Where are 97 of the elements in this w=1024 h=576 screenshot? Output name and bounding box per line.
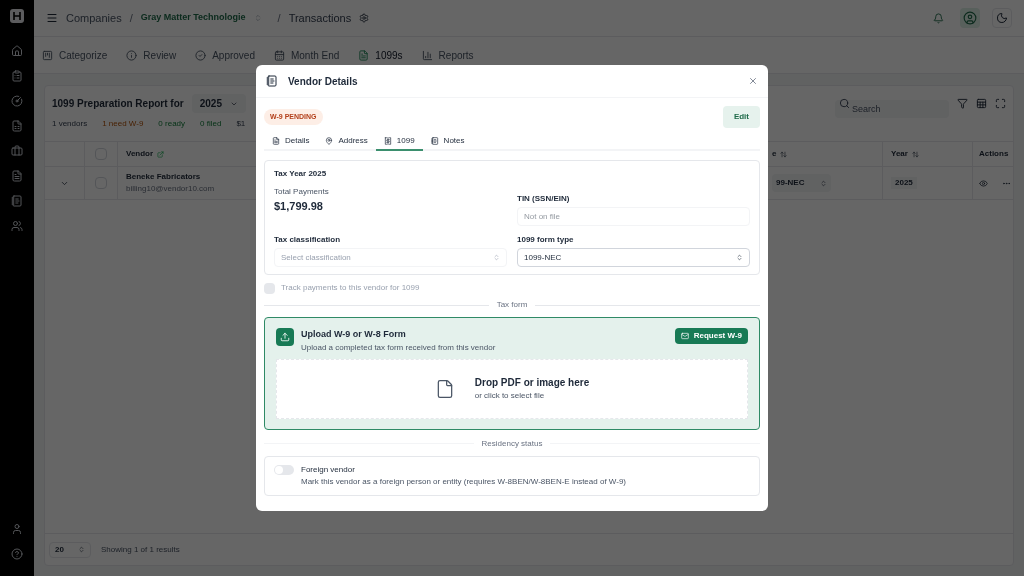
company-selector[interactable]: Gray Matter Technologie	[140, 11, 262, 25]
upload-icon	[276, 328, 294, 346]
column-header[interactable]: Year	[891, 148, 908, 160]
form-type-select[interactable]: 1099-NEC	[517, 248, 750, 267]
moon-icon	[996, 12, 1008, 24]
menu-icon[interactable]	[46, 12, 58, 24]
stat-label: 0 filed	[200, 118, 222, 130]
help-icon[interactable]	[11, 548, 23, 560]
nav-tab[interactable]: 1099s	[358, 47, 403, 63]
breadcrumb-separator: /	[277, 10, 281, 26]
nav-tab[interactable]: Reports	[421, 47, 474, 63]
edit-button[interactable]: Edit	[722, 106, 760, 128]
field-label: TIN (SSN/EIN)	[517, 193, 571, 205]
bell-icon[interactable]	[933, 12, 944, 24]
section-divider-label: Residency status	[481, 437, 543, 450]
page-size-select[interactable]: 20	[49, 541, 91, 558]
users-icon[interactable]	[11, 220, 23, 232]
notebook-icon	[266, 75, 278, 87]
calendar-icon	[273, 49, 285, 61]
info-icon	[126, 49, 138, 61]
dialog-tab[interactable]: Address	[317, 133, 376, 151]
chevrons-icon	[820, 179, 828, 187]
view-icon[interactable]	[979, 178, 988, 188]
avatar-button[interactable]	[960, 8, 980, 28]
toggle-switch[interactable]	[274, 464, 294, 475]
clipboard-icon[interactable]	[11, 70, 23, 82]
map-pin-icon	[325, 137, 334, 145]
chevrons-icon	[493, 254, 500, 261]
nav-tab[interactable]: Review	[126, 47, 177, 63]
stat-label: 1 vendors	[52, 118, 88, 130]
column-header: Actions	[979, 149, 1009, 158]
breadcrumb-link[interactable]: Companies	[66, 9, 122, 27]
table-icon[interactable]	[976, 98, 987, 109]
document-icon[interactable]	[11, 170, 23, 182]
checkbox-label: Track payments to this vendor for 1099	[281, 282, 420, 294]
notebook-icon	[430, 137, 439, 145]
kanban-icon	[42, 49, 53, 61]
home-icon[interactable]	[11, 45, 23, 57]
bar-chart-icon	[421, 49, 433, 61]
document-icon	[272, 137, 280, 145]
toggle-description: Mark this vendor as a foreign person or entity (requires W-8BEN/W-8BEN-E instead of W-9)	[301, 475, 626, 488]
form-type-select[interactable]: 99-NEC	[772, 174, 832, 192]
nav-tab[interactable]: Month End	[273, 47, 340, 63]
user-icon[interactable]	[11, 523, 23, 535]
dialog-tab[interactable]: Details	[264, 133, 318, 151]
fullscreen-icon[interactable]	[995, 98, 1006, 109]
filter-icon[interactable]	[957, 98, 968, 109]
column-header[interactable]: e	[772, 148, 777, 160]
toggle-label: Foreign vendor	[301, 463, 356, 476]
field-label: 1099 form type	[517, 234, 575, 246]
total-amount: $1,799.98	[274, 199, 324, 214]
gauge-icon[interactable]	[11, 95, 23, 107]
drop-title: Drop PDF or image here	[474, 376, 590, 390]
year-tag: 2025	[891, 177, 917, 189]
chevrons-icon	[78, 546, 85, 553]
dialog-title: Vendor Details	[288, 74, 358, 89]
stat-label: $1	[236, 118, 246, 130]
search-icon	[839, 97, 850, 109]
mail-icon	[680, 332, 689, 340]
breadcrumb-separator: /	[129, 10, 133, 26]
report-title: 1099 Preparation Report for	[52, 97, 184, 111]
stat-label: 1 need W-9	[102, 118, 144, 130]
drop-zone[interactable]: Drop PDF or image here or click to select file	[276, 358, 748, 419]
tin-field[interactable]: Not on file	[517, 207, 750, 226]
classification-select[interactable]: Select classification	[274, 248, 507, 267]
document-icon	[358, 49, 370, 61]
settings-icon[interactable]	[359, 13, 370, 23]
briefcase-icon[interactable]	[11, 145, 23, 157]
link-icon[interactable]	[157, 150, 165, 158]
column-header[interactable]: Vendor	[126, 148, 154, 160]
vendor-name: Beneke Fabricators	[126, 171, 201, 183]
check-circle-icon	[195, 49, 207, 61]
field-label: Tax classification	[274, 234, 342, 246]
notebook-icon[interactable]	[11, 195, 23, 207]
theme-button[interactable]	[992, 8, 1012, 28]
year-selector[interactable]: 2025	[191, 94, 246, 113]
dialog-tab[interactable]: Notes	[422, 133, 473, 151]
stat-label: 0 ready	[158, 118, 186, 130]
nav-tab[interactable]: Approved	[195, 47, 255, 63]
request-button[interactable]: Request W-9	[674, 328, 748, 344]
section-title: Tax Year 2025	[274, 168, 328, 180]
upload-subtitle: Upload a completed tax form received from this vendor	[301, 341, 497, 354]
chevrons-icon	[736, 254, 743, 261]
breadcrumb-current: Transactions	[288, 10, 352, 26]
dialog-tab[interactable]: 1099	[375, 133, 423, 151]
close-icon[interactable]	[748, 76, 758, 86]
drop-hint: or click to select file	[474, 390, 546, 402]
sort-icon[interactable]	[780, 150, 788, 158]
logo-icon[interactable]	[9, 8, 25, 24]
search-field[interactable]: Search	[835, 99, 949, 118]
spreadsheet-icon[interactable]	[11, 120, 23, 132]
sort-icon[interactable]	[911, 150, 919, 158]
upload-title: Upload W-9 or W-8 Form	[301, 328, 407, 341]
receipt-icon	[383, 137, 392, 145]
section-divider-label: Tax form	[496, 299, 528, 311]
field-label: Total Payments	[274, 186, 330, 198]
nav-tab[interactable]: Categorize	[42, 47, 108, 63]
